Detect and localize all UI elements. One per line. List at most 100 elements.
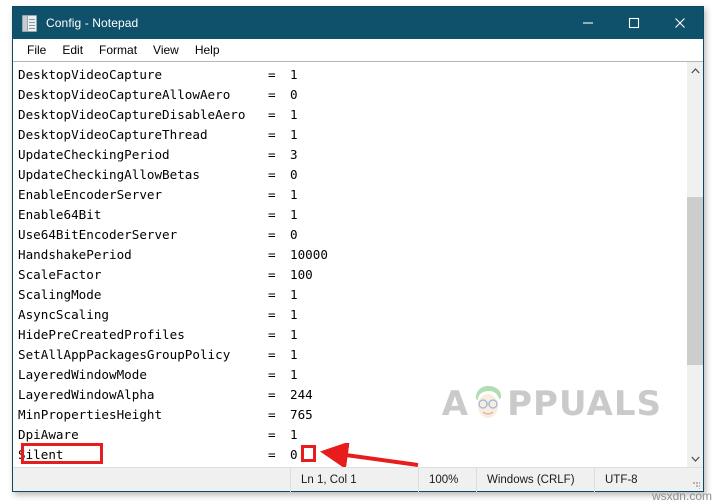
equals-sign: = (268, 247, 276, 262)
config-key: ScalingMode (18, 287, 102, 302)
config-line: Use64BitEncoderServer = 0 (18, 225, 686, 245)
chevron-up-icon (691, 67, 700, 73)
config-value: 1 (290, 427, 298, 442)
config-value: 0 (290, 447, 298, 462)
config-key: DesktopVideoCaptureAllowAero (18, 87, 231, 102)
equals-sign: = (268, 227, 276, 242)
config-key: Enable64Bit (18, 207, 102, 222)
minimize-button[interactable] (565, 7, 611, 39)
config-key: AsyncScaling (18, 307, 109, 322)
equals-sign: = (268, 187, 276, 202)
status-cursor-position: Ln 1, Col 1 (290, 467, 418, 492)
scroll-up-button[interactable] (687, 62, 703, 79)
equals-sign: = (268, 87, 276, 102)
config-line: HidePreCreatedProfiles = 1 (18, 325, 686, 345)
config-line: SetAllAppPackagesGroupPolicy = 1 (18, 345, 686, 365)
config-line: UpdateCheckingAllowBetas = 0 (18, 165, 686, 185)
config-line: ScaleFactor = 100 (18, 265, 686, 285)
config-value: 0 (290, 227, 298, 242)
close-icon (675, 18, 685, 28)
equals-sign: = (268, 347, 276, 362)
status-bar: Ln 1, Col 1 100% Windows (CRLF) UTF-8 (13, 467, 703, 492)
config-value: 244 (290, 387, 313, 402)
config-key: SetAllAppPackagesGroupPolicy (18, 347, 231, 362)
config-value: 1 (290, 287, 298, 302)
equals-sign: = (268, 287, 276, 302)
config-key: HandshakePeriod (18, 247, 132, 262)
equals-sign: = (268, 427, 276, 442)
config-line: DesktopVideoCaptureDisableAero = 1 (18, 105, 686, 125)
config-line: EnableEncoderServer = 1 (18, 185, 686, 205)
config-value: 0 (290, 87, 298, 102)
config-value: 1 (290, 327, 298, 342)
status-line-ending[interactable]: Windows (CRLF) (476, 467, 594, 492)
config-key: HidePreCreatedProfiles (18, 327, 185, 342)
equals-sign: = (268, 107, 276, 122)
config-value: 1 (290, 307, 298, 322)
text-editor[interactable]: DesktopVideoCapture = 1 DesktopVideoCaptur… (13, 62, 686, 467)
config-key: DesktopVideoCaptureThread (18, 127, 208, 142)
chevron-down-icon (691, 456, 700, 462)
config-key: Use64BitEncoderServer (18, 227, 178, 242)
maximize-button[interactable] (611, 7, 657, 39)
config-line: DesktopVideoCaptureAllowAero = 0 (18, 85, 686, 105)
config-key: DpiAware (18, 427, 79, 442)
config-key: ScaleFactor (18, 267, 102, 282)
menu-item-edit[interactable]: Edit (54, 41, 91, 59)
editor-area: DesktopVideoCapture = 1 DesktopVideoCaptur… (13, 61, 703, 467)
resize-grip[interactable] (687, 468, 703, 492)
config-line: MinPropertiesHeight = 765 (18, 405, 686, 425)
equals-sign: = (268, 327, 276, 342)
config-value: 1 (290, 67, 298, 82)
config-line: LayeredWindowAlpha = 244 (18, 385, 686, 405)
menu-item-file[interactable]: File (19, 41, 54, 59)
menu-bar: File Edit Format View Help (13, 39, 703, 61)
equals-sign: = (268, 167, 276, 182)
config-value: 1 (290, 207, 298, 222)
title-bar-left: Config - Notepad (13, 14, 139, 32)
config-line: ScalingMode = 1 (18, 285, 686, 305)
equals-sign: = (268, 267, 276, 282)
notepad-icon (22, 14, 37, 32)
config-line: DesktopVideoCaptureThread = 1 (18, 125, 686, 145)
window-controls (565, 7, 703, 39)
config-line-silent: Silent=0 change from "0" to "1" (18, 443, 686, 467)
notepad-window: Config - Notepad File Edit Format View H… (12, 6, 704, 492)
config-line: DesktopVideoCapture = 1 (18, 65, 686, 85)
config-value: 1 (290, 367, 298, 382)
annotation-box-silent-value (301, 445, 316, 462)
config-key: UpdateCheckingPeriod (18, 147, 170, 162)
menu-item-format[interactable]: Format (91, 41, 145, 59)
scroll-down-button[interactable] (687, 450, 703, 467)
config-value: 1 (290, 127, 298, 142)
config-key: LayeredWindowAlpha (18, 387, 155, 402)
equals-sign: = (268, 387, 276, 402)
config-key: EnableEncoderServer (18, 187, 163, 202)
title-bar: Config - Notepad (13, 7, 703, 39)
config-key: DesktopVideoCapture (18, 67, 163, 82)
vertical-scrollbar[interactable] (686, 62, 703, 467)
screenshot-root: Config - Notepad File Edit Format View H… (0, 0, 716, 504)
scrollbar-thumb[interactable] (687, 197, 703, 365)
menu-item-help[interactable]: Help (187, 41, 228, 59)
config-key: LayeredWindowMode (18, 367, 147, 382)
config-line: AsyncScaling = 1 (18, 305, 686, 325)
status-zoom-level[interactable]: 100% (418, 467, 476, 492)
config-value: 765 (290, 407, 313, 422)
close-button[interactable] (657, 7, 703, 39)
equals-sign: = (268, 367, 276, 382)
status-encoding[interactable]: UTF-8 (594, 467, 687, 492)
equals-sign: = (268, 147, 276, 162)
config-value: 3 (290, 147, 298, 162)
config-value: 1 (290, 347, 298, 362)
config-key: Silent (18, 447, 64, 462)
config-line: DpiAware = 1 (18, 425, 686, 445)
config-value: 0 (290, 167, 298, 182)
config-line: UpdateCheckingPeriod = 3 (18, 145, 686, 165)
menu-item-view[interactable]: View (145, 41, 187, 59)
equals-sign: = (268, 407, 276, 422)
window-title: Config - Notepad (46, 16, 139, 30)
config-line: Enable64Bit = 1 (18, 205, 686, 225)
config-key: DesktopVideoCaptureDisableAero (18, 107, 246, 122)
config-value: 1 (290, 187, 298, 202)
